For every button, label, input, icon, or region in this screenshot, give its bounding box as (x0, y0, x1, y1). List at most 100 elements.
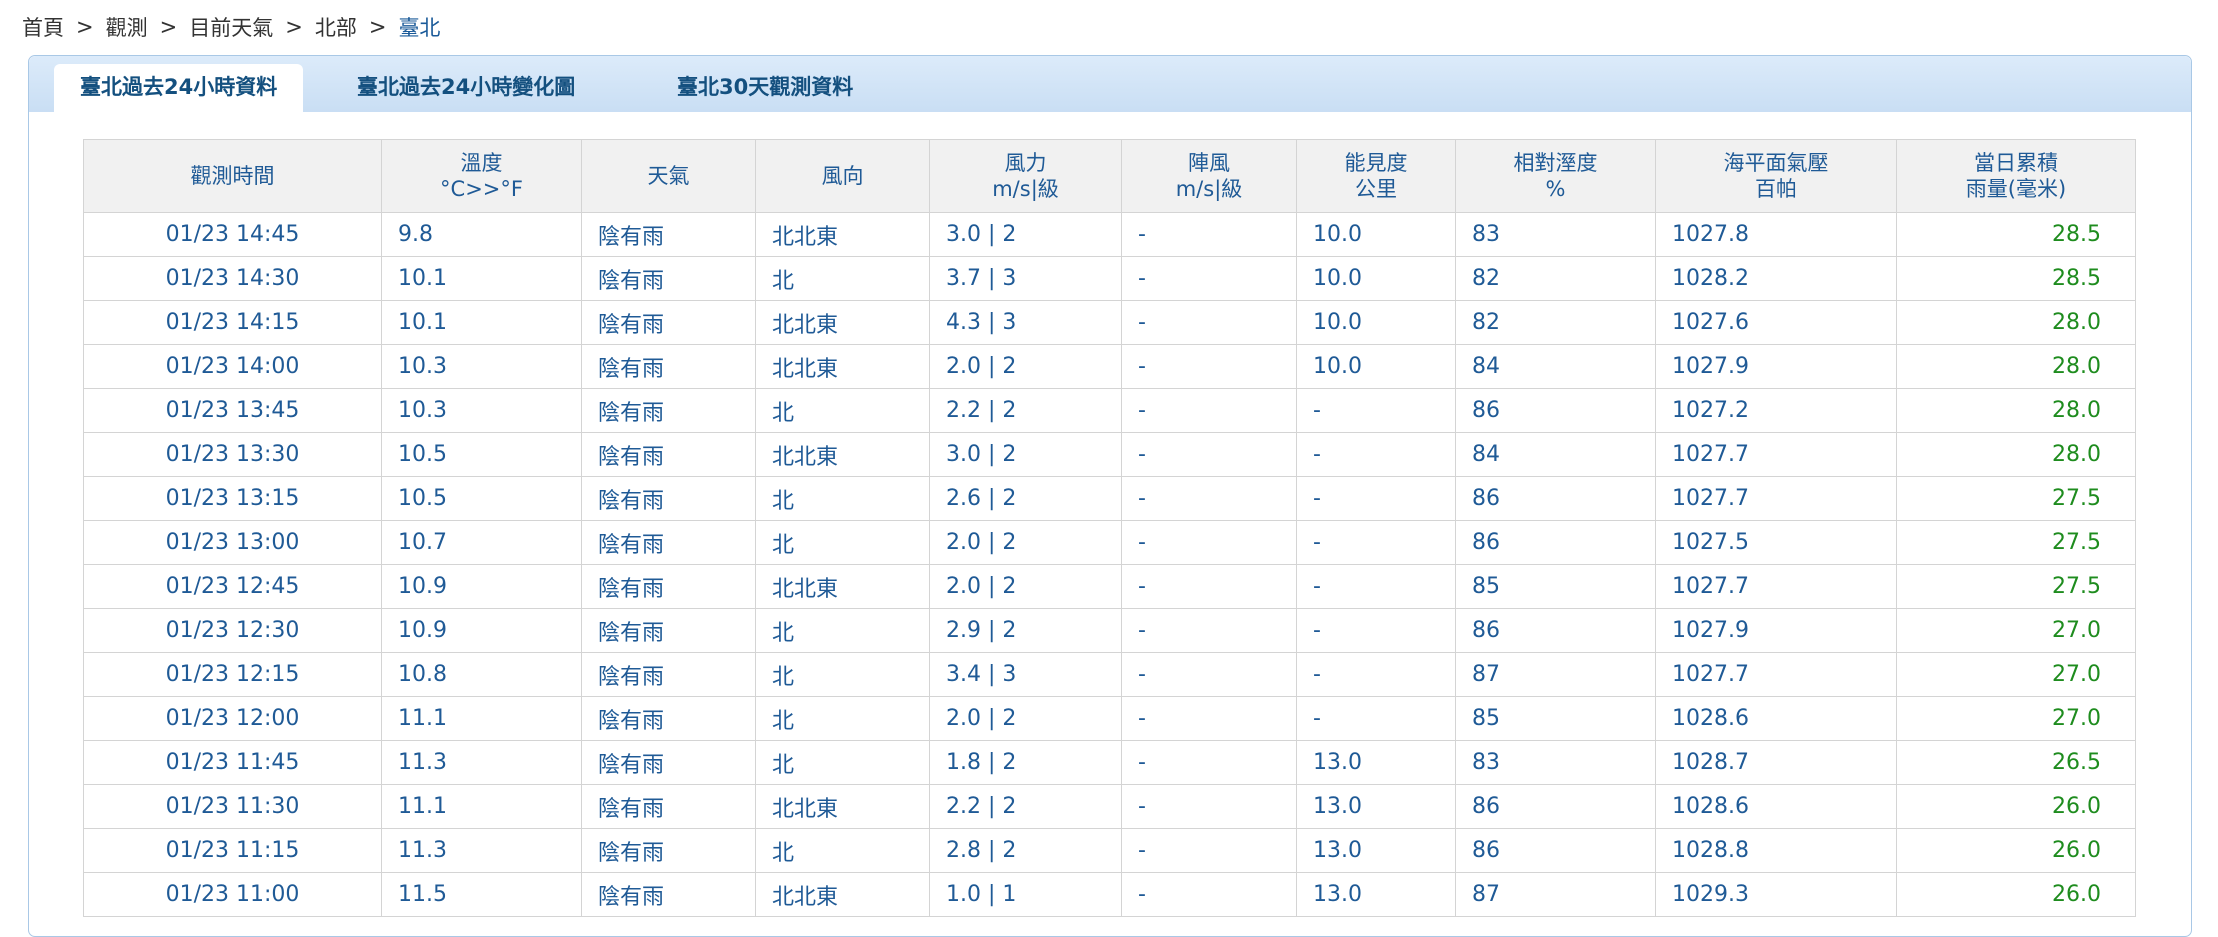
cell-time: 01/23 11:00 (83, 872, 382, 917)
tab-label-number: 30 (719, 75, 749, 99)
cell-rainfall: 28.0 (1896, 388, 2136, 433)
table-row: 01/23 14:00 10.3 陰有雨 北北東 2.0 | 2-10.0 84 1027.… (83, 344, 2136, 389)
breadcrumb-separator: > (76, 15, 94, 39)
cell-visibility: - (1296, 520, 1456, 565)
cell-temperature: 11.3 (381, 828, 582, 873)
cell-wind-direction: 北 (755, 696, 930, 741)
column-header-unit[interactable]: °C>>°F (382, 176, 581, 202)
cell-humidity: 87 (1455, 872, 1656, 917)
cell-temperature: 10.8 (381, 652, 582, 697)
column-header-label: 風力 (1004, 151, 1047, 175)
cell-time: 01/23 13:15 (83, 476, 382, 521)
tab-label-suffix: 天觀測資料 (748, 75, 854, 99)
cell-weather: 陰有雨 (581, 476, 756, 521)
tab-label-number: 24 (441, 75, 471, 99)
tab-label-prefix: 臺北過去 (80, 75, 164, 99)
cell-time: 01/23 12:15 (83, 652, 382, 697)
cell-wind-speed: 1.0 | 1 (929, 872, 1122, 917)
cell-wind-direction: 北 (755, 388, 930, 433)
cell-wind-direction: 北北東 (755, 432, 930, 477)
cell-pressure: 1028.2 (1655, 256, 1897, 301)
breadcrumb-current-weather[interactable]: 目前天氣 (189, 12, 273, 42)
table-header: 觀測時間 溫度 °C>>°F 天氣 風向 風力 m/s|級 陣風 m/s|級 能見度 公里 相對溼度%… (83, 139, 2136, 213)
cell-temperature: 10.5 (381, 432, 582, 477)
cell-temperature: 10.5 (381, 476, 582, 521)
tab-30day-data[interactable]: 臺北30天觀測資料 (651, 64, 879, 112)
cell-visibility: - (1296, 432, 1456, 477)
table-row: 01/23 14:45 9.8 陰有雨 北北東 3.0 | 2-10.0 83 1027.8… (83, 212, 2136, 257)
cell-pressure: 1027.7 (1655, 652, 1897, 697)
cell-weather: 陰有雨 (581, 520, 756, 565)
cell-wind-speed: 2.2 | 2 (929, 784, 1122, 829)
column-header-label: 當日累積 (1974, 151, 2058, 175)
column-header-label: 風向 (821, 164, 864, 188)
cell-weather: 陰有雨 (581, 696, 756, 741)
cell-wind-direction: 北 (755, 476, 930, 521)
cell-humidity: 83 (1455, 740, 1656, 785)
observation-panel: 臺北過去24小時資料 臺北過去24小時變化圖 臺北30天觀測資料 觀測時間 溫度 °… (28, 55, 2192, 937)
tab-label-prefix: 臺北 (677, 75, 719, 99)
breadcrumb-home[interactable]: 首頁 (22, 12, 64, 42)
cell-weather: 陰有雨 (581, 432, 756, 477)
cell-visibility: 10.0 (1296, 256, 1456, 301)
cell-wind-speed: 2.0 | 2 (929, 696, 1122, 741)
cell-visibility: 13.0 (1296, 784, 1456, 829)
cell-pressure: 1027.7 (1655, 432, 1897, 477)
cell-rainfall: 28.0 (1896, 344, 2136, 389)
cell-visibility: - (1296, 652, 1456, 697)
cell-rainfall: 27.0 (1896, 608, 2136, 653)
cell-gust: - (1121, 476, 1297, 521)
cell-pressure: 1028.8 (1655, 828, 1897, 873)
cell-time: 01/23 12:00 (83, 696, 382, 741)
column-header-unit: 雨量(毫米) (1965, 177, 2067, 201)
cell-temperature: 10.7 (381, 520, 582, 565)
cell-rainfall: 26.0 (1896, 784, 2136, 829)
cell-wind-direction: 北 (755, 652, 930, 697)
cell-wind-speed: 2.0 | 2 (929, 344, 1122, 389)
cell-rainfall: 28.5 (1896, 212, 2136, 257)
cell-time: 01/23 14:15 (83, 300, 382, 345)
cell-time: 01/23 11:30 (83, 784, 382, 829)
column-header-label: 天氣 (647, 164, 690, 188)
cell-gust: - (1121, 432, 1297, 477)
cell-humidity: 82 (1455, 300, 1656, 345)
cell-humidity: 84 (1455, 432, 1656, 477)
cell-humidity: 87 (1455, 652, 1656, 697)
table-row: 01/23 11:15 11.3 陰有雨北 2.8 | 2-13.0 86 1028.8 2… (83, 828, 2136, 873)
breadcrumb-region[interactable]: 北部 (315, 12, 357, 42)
cell-gust: - (1121, 696, 1297, 741)
cell-gust: - (1121, 344, 1297, 389)
cell-gust: - (1121, 872, 1297, 917)
cell-visibility: - (1296, 696, 1456, 741)
table-row: 01/23 13:45 10.3 陰有雨北 2.2 | 2- -86 1027.2 28.0 (83, 388, 2136, 433)
cell-temperature: 10.9 (381, 608, 582, 653)
cell-humidity: 86 (1455, 388, 1656, 433)
cell-wind-direction: 北 (755, 740, 930, 785)
cell-temperature: 9.8 (381, 212, 582, 257)
cell-temperature: 11.1 (381, 696, 582, 741)
cell-rainfall: 26.0 (1896, 828, 2136, 873)
cell-humidity: 86 (1455, 476, 1656, 521)
column-header-time: 觀測時間 (83, 139, 382, 213)
table-row: 01/23 14:30 10.1 陰有雨北 3.7 | 3-10.0 82 1028.2 2… (83, 256, 2136, 301)
column-header-temperature[interactable]: 溫度 °C>>°F (381, 139, 582, 213)
column-header-rainfall: 當日累積 雨量(毫米) (1896, 139, 2136, 213)
cell-rainfall: 28.0 (1896, 432, 2136, 477)
table-row: 01/23 11:30 11.1 陰有雨 北北東 2.2 | 2-13.0 86 1028.… (83, 784, 2136, 829)
table-row: 01/23 13:30 10.5 陰有雨 北北東 3.0 | 2- -84 1027.7 28… (83, 432, 2136, 477)
cell-visibility: - (1296, 388, 1456, 433)
cell-time: 01/23 13:45 (83, 388, 382, 433)
column-header-label: 溫度 (460, 151, 503, 175)
cell-wind-speed: 3.0 | 2 (929, 212, 1122, 257)
cell-pressure: 1027.6 (1655, 300, 1897, 345)
tab-past-24h-chart[interactable]: 臺北過去24小時變化圖 (331, 64, 601, 112)
tab-past-24h-data[interactable]: 臺北過去24小時資料 (54, 64, 304, 112)
breadcrumb-observe[interactable]: 觀測 (106, 12, 148, 42)
cell-gust: - (1121, 300, 1297, 345)
cell-wind-direction: 北北東 (755, 872, 930, 917)
table-row: 01/23 13:15 10.5 陰有雨北 2.6 | 2- -86 1027.7 27.5 (83, 476, 2136, 521)
column-header-label: 相對溼度 (1513, 151, 1598, 175)
cell-gust: - (1121, 652, 1297, 697)
column-header-weather: 天氣 (581, 139, 756, 213)
column-header-unit: % (1545, 177, 1566, 201)
